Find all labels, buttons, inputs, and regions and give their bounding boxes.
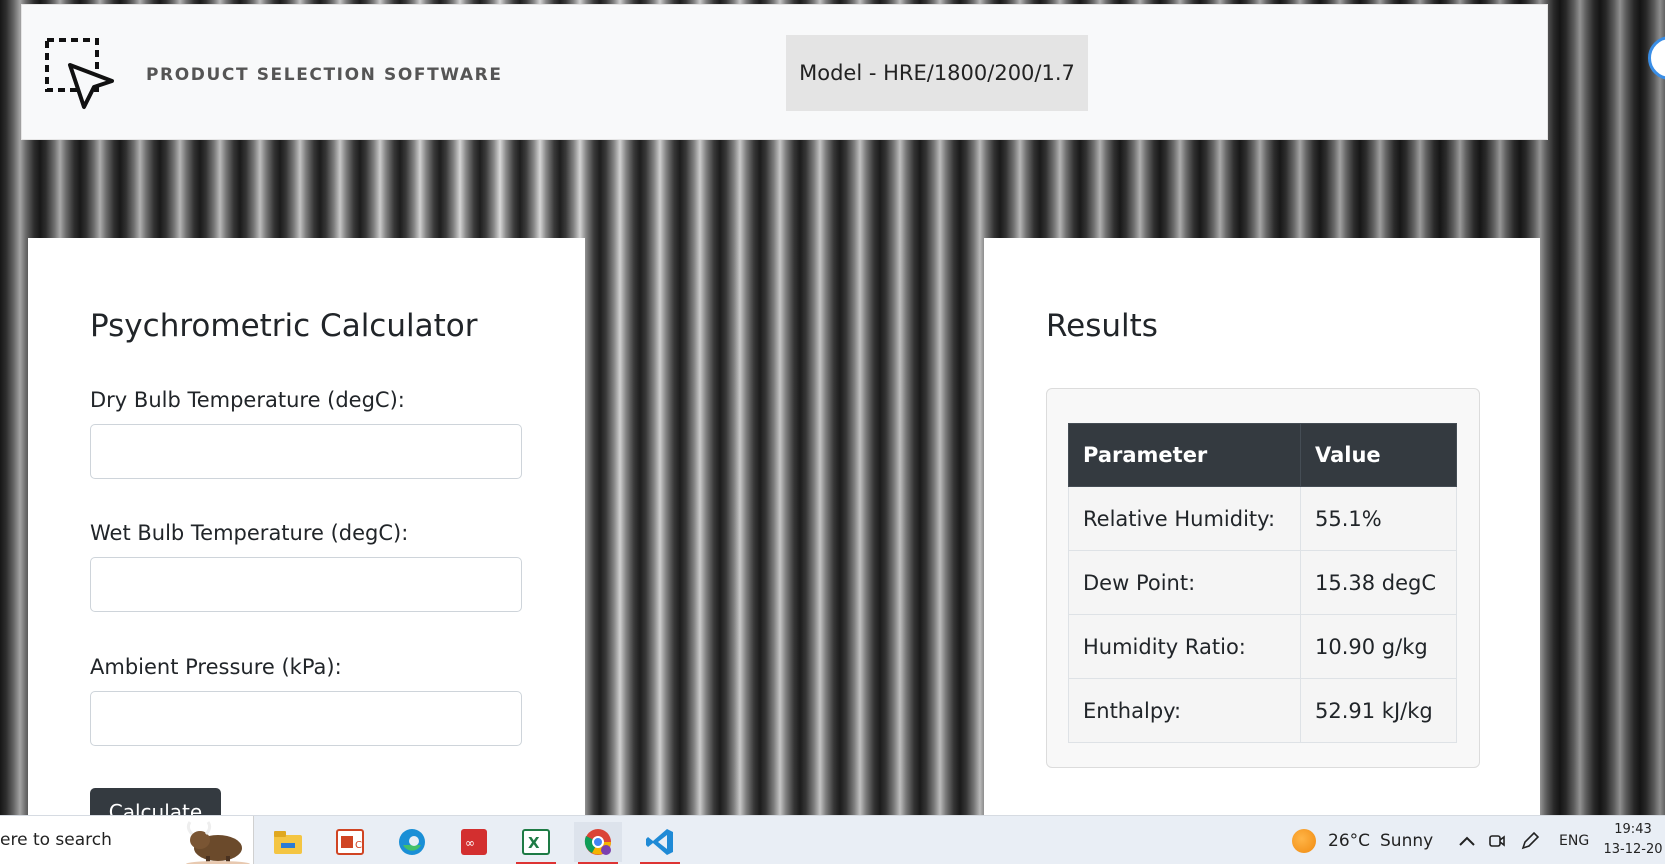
svg-text:X: X <box>528 834 540 852</box>
app-header: PRODUCT SELECTION SOFTWARE Model - HRE/1… <box>21 4 1548 140</box>
row-value: 52.91 kJ/kg <box>1300 678 1457 743</box>
wet-bulb-label: Wet Bulb Temperature (degC): <box>90 521 409 545</box>
calculator-title: Psychrometric Calculator <box>90 308 478 344</box>
pen-icon[interactable] <box>1520 816 1540 864</box>
row-value: 55.1% <box>1300 486 1457 551</box>
sun-icon <box>1292 828 1316 853</box>
powerpoint-icon[interactable]: C <box>326 822 374 862</box>
selection-cursor-icon <box>44 37 116 111</box>
chevron-up-icon[interactable] <box>1458 816 1476 864</box>
table-row: Humidity Ratio: 10.90 g/kg <box>1068 614 1457 679</box>
dry-bulb-label: Dry Bulb Temperature (degC): <box>90 388 405 412</box>
row-value: 10.90 g/kg <box>1300 614 1457 679</box>
clock-time: 19:43 <box>1614 822 1652 837</box>
table-header-row: Parameter Value <box>1068 423 1457 487</box>
vscode-icon[interactable] <box>636 822 684 864</box>
windows-taskbar: ere to search C ∞ X 26°C Sunny ENG 19:43… <box>0 815 1665 864</box>
excel-icon[interactable]: X <box>512 822 560 864</box>
row-param: Relative Humidity: <box>1068 486 1301 551</box>
edge-icon[interactable] <box>388 822 436 862</box>
header-parameter: Parameter <box>1068 423 1301 487</box>
row-param: Enthalpy: <box>1068 678 1301 743</box>
brand-title: PRODUCT SELECTION SOFTWARE <box>146 65 503 85</box>
search-placeholder: ere to search <box>0 830 112 850</box>
row-param: Humidity Ratio: <box>1068 614 1301 679</box>
results-card: Results Parameter Value Relative Humidit… <box>984 238 1540 816</box>
table-row: Relative Humidity: 55.1% <box>1068 486 1457 551</box>
results-panel: Parameter Value Relative Humidity: 55.1%… <box>1046 388 1480 768</box>
wet-bulb-input[interactable] <box>90 557 522 612</box>
weather-widget[interactable]: 26°C Sunny <box>1292 816 1433 864</box>
yak-illustration-icon <box>178 818 252 864</box>
dry-bulb-input[interactable] <box>90 424 522 479</box>
meet-now-icon[interactable] <box>1488 816 1506 864</box>
weather-condition: Sunny <box>1380 830 1434 851</box>
ambient-pressure-label: Ambient Pressure (kPa): <box>90 655 342 679</box>
calculator-card: Psychrometric Calculator Dry Bulb Temper… <box>28 238 585 838</box>
svg-text:C: C <box>355 840 362 851</box>
language-indicator[interactable]: ENG <box>1559 816 1589 864</box>
system-clock[interactable]: 19:43 13-12-20 <box>1598 820 1665 860</box>
results-title: Results <box>1046 308 1158 344</box>
row-param: Dew Point: <box>1068 550 1301 615</box>
table-row: Dew Point: 15.38 degC <box>1068 550 1457 615</box>
model-badge: Model - HRE/1800/200/1.7 <box>786 35 1088 111</box>
weather-temp: 26°C <box>1328 830 1371 851</box>
taskbar-search-box[interactable]: ere to search <box>0 816 254 864</box>
svg-text:∞: ∞ <box>465 836 475 850</box>
arduino-icon[interactable]: ∞ <box>450 822 498 862</box>
table-row: Enthalpy: 52.91 kJ/kg <box>1068 678 1457 743</box>
ambient-pressure-input[interactable] <box>90 691 522 746</box>
clock-date: 13-12-20 <box>1603 842 1663 857</box>
results-table: Parameter Value Relative Humidity: 55.1%… <box>1068 423 1457 743</box>
chrome-icon[interactable] <box>574 822 622 864</box>
file-explorer-icon[interactable] <box>264 822 312 862</box>
header-value: Value <box>1300 423 1457 487</box>
row-value: 15.38 degC <box>1300 550 1457 615</box>
